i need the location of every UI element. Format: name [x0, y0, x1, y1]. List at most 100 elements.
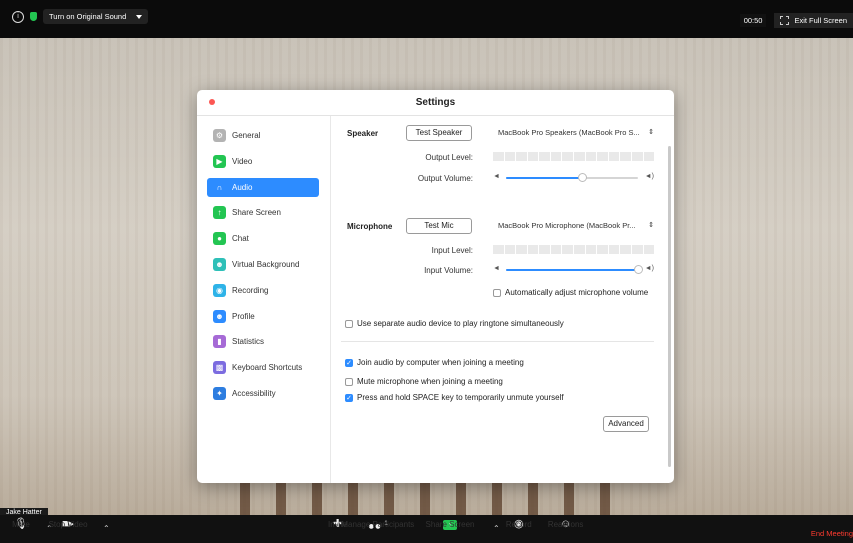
- checkbox-box[interactable]: [345, 377, 353, 386]
- mute-label: Mute: [12, 520, 30, 529]
- gear-icon: ⚙: [213, 129, 226, 142]
- share-screen-button[interactable]: ↑ Share Screen: [426, 518, 474, 530]
- auto-adjust-mic-label: Automatically adjust microphone volume: [505, 288, 649, 297]
- advanced-button[interactable]: Advanced: [603, 416, 649, 432]
- output-volume-slider[interactable]: ◄ ◄): [493, 173, 654, 183]
- output-level-meter: [493, 152, 655, 161]
- meter-segment: [516, 152, 527, 161]
- sidebar-item-label: Share Screen: [232, 208, 281, 218]
- speaker-device-select[interactable]: MacBook Pro Speakers (MacBook Pro S... ⇕: [498, 126, 654, 139]
- meeting-top-bar: i Turn on Original Sound 00:50 Exit Full…: [0, 0, 853, 38]
- meter-segment: [643, 245, 655, 254]
- end-meeting-button[interactable]: End Meeting: [811, 529, 853, 538]
- sidebar-item-video[interactable]: ▶ Video: [207, 152, 319, 171]
- record-label: Record: [505, 520, 532, 529]
- input-volume-knob[interactable]: [633, 265, 643, 274]
- sidebar-item-statistics[interactable]: ▮ Statistics: [207, 332, 319, 351]
- checkbox-box[interactable]: ✓: [345, 393, 353, 402]
- meter-segment: [516, 245, 527, 254]
- output-volume-knob[interactable]: [578, 173, 588, 182]
- meter-segment: [527, 152, 539, 161]
- checkbox-box[interactable]: [345, 319, 353, 328]
- space-unmute-checkbox[interactable]: ✓ Press and hold SPACE key to temporaril…: [345, 393, 564, 402]
- meter-segment: [539, 245, 550, 254]
- microphone-device-select[interactable]: MacBook Pro Microphone (MacBook Pr... ⇕: [498, 219, 654, 232]
- share-options-chevron-icon[interactable]: ⌃: [493, 524, 500, 533]
- speaker-device-value: MacBook Pro Speakers (MacBook Pro S...: [498, 128, 640, 137]
- auto-adjust-mic-checkbox[interactable]: Automatically adjust microphone volume: [493, 288, 648, 297]
- space-unmute-label: Press and hold SPACE key to temporarily …: [357, 393, 564, 402]
- join-audio-checkbox[interactable]: ✓ Join audio by computer when joining a …: [345, 358, 524, 367]
- separate-audio-device-checkbox[interactable]: Use separate audio device to play ringto…: [345, 319, 564, 328]
- meter-segment: [527, 245, 539, 254]
- meter-segment: [597, 152, 608, 161]
- original-sound-button[interactable]: Turn on Original Sound: [43, 9, 149, 24]
- mute-mic-on-join-checkbox[interactable]: Mute microphone when joining a meeting: [345, 377, 503, 386]
- video-options-chevron-icon[interactable]: ⌃: [103, 524, 110, 533]
- sidebar-item-virtual-background[interactable]: ☻ Virtual Background: [207, 255, 319, 274]
- sidebar-item-label: Recording: [232, 285, 269, 295]
- meter-segment: [493, 245, 504, 254]
- meter-segment: [539, 152, 550, 161]
- meter-segment: [608, 152, 620, 161]
- person-background-icon: ☻: [213, 258, 226, 271]
- security-shield-icon[interactable]: [30, 12, 37, 21]
- meeting-toolbar: 🎙 Mute ⌃ ■▸ Stop Video ⌃ ✚ Invite ●● 1 M…: [0, 515, 853, 543]
- manage-participants-label: Manage Participants: [341, 520, 415, 529]
- sidebar-item-chat[interactable]: ● Chat: [207, 229, 319, 248]
- meter-segment: [574, 152, 585, 161]
- select-arrows-icon: ⇕: [648, 129, 654, 136]
- test-speaker-button[interactable]: Test Speaker: [406, 125, 472, 141]
- meter-segment: [504, 152, 516, 161]
- join-audio-label: Join audio by computer when joining a me…: [357, 358, 524, 367]
- meter-segment: [562, 245, 574, 254]
- share-screen-label: Share Screen: [425, 520, 475, 529]
- sidebar-item-accessibility[interactable]: ✦ Accessibility: [207, 384, 319, 403]
- meter-segment: [562, 152, 574, 161]
- stop-video-button[interactable]: ■▸ Stop Video: [49, 518, 88, 531]
- sidebar-item-label: Chat: [232, 234, 249, 244]
- record-button[interactable]: ◉ Record: [506, 518, 532, 531]
- audio-settings-panel: Speaker Test Speaker MacBook Pro Speaker…: [330, 116, 674, 483]
- section-divider: [341, 341, 654, 342]
- mute-button[interactable]: 🎙 Mute: [12, 518, 30, 531]
- info-icon[interactable]: i: [12, 10, 24, 23]
- meter-segment: [585, 152, 597, 161]
- meter-segment: [585, 245, 597, 254]
- checkbox-box[interactable]: ✓: [345, 358, 353, 367]
- manage-participants-button[interactable]: ●● 1 Manage Participants: [341, 518, 414, 534]
- input-volume-label: Input Volume:: [424, 266, 473, 275]
- reactions-button[interactable]: ☺ Reactions: [548, 518, 584, 531]
- sidebar-item-general[interactable]: ⚙ General: [207, 126, 319, 145]
- scrollbar[interactable]: [668, 146, 671, 467]
- meter-segment: [504, 245, 516, 254]
- test-mic-button[interactable]: Test Mic: [406, 218, 472, 234]
- settings-sidebar: ⚙ General ▶ Video ∩ Audio ↑ Share Screen ● Chat ☻ V…: [197, 116, 331, 483]
- output-level-label: Output Level:: [425, 153, 473, 162]
- reactions-label: Reactions: [547, 520, 584, 529]
- meter-segment: [620, 245, 631, 254]
- meter-segment: [574, 245, 585, 254]
- bar-chart-icon: ▮: [213, 335, 226, 349]
- sidebar-item-keyboard-shortcuts[interactable]: ▩ Keyboard Shortcuts: [207, 358, 319, 377]
- sidebar-item-label: Statistics: [232, 337, 265, 347]
- stop-video-label: Stop Video: [48, 520, 88, 529]
- sidebar-item-share-screen[interactable]: ↑ Share Screen: [207, 203, 319, 222]
- volume-low-icon: ◄: [493, 265, 500, 272]
- meter-segment: [608, 245, 620, 254]
- meter-segment: [631, 152, 643, 161]
- volume-high-icon: ◄): [644, 265, 654, 272]
- sidebar-item-recording[interactable]: ◉ Recording: [207, 281, 319, 300]
- sidebar-item-audio[interactable]: ∩ Audio: [207, 177, 319, 197]
- input-level-label: Input Level:: [431, 246, 473, 255]
- sidebar-item-profile[interactable]: ☻ Profile: [207, 307, 319, 326]
- microphone-device-value: MacBook Pro Microphone (MacBook Pr...: [498, 221, 636, 230]
- chevron-down-icon[interactable]: [136, 14, 143, 19]
- window-title: Settings: [415, 97, 456, 108]
- keyboard-icon: ▩: [213, 361, 226, 375]
- exit-fullscreen-button[interactable]: Exit Full Screen: [774, 13, 853, 28]
- mute-mic-on-join-label: Mute microphone when joining a meeting: [357, 377, 503, 386]
- checkbox-box[interactable]: [493, 288, 501, 297]
- meter-segment: [550, 245, 562, 254]
- input-volume-slider[interactable]: ◄ ◄): [493, 265, 654, 275]
